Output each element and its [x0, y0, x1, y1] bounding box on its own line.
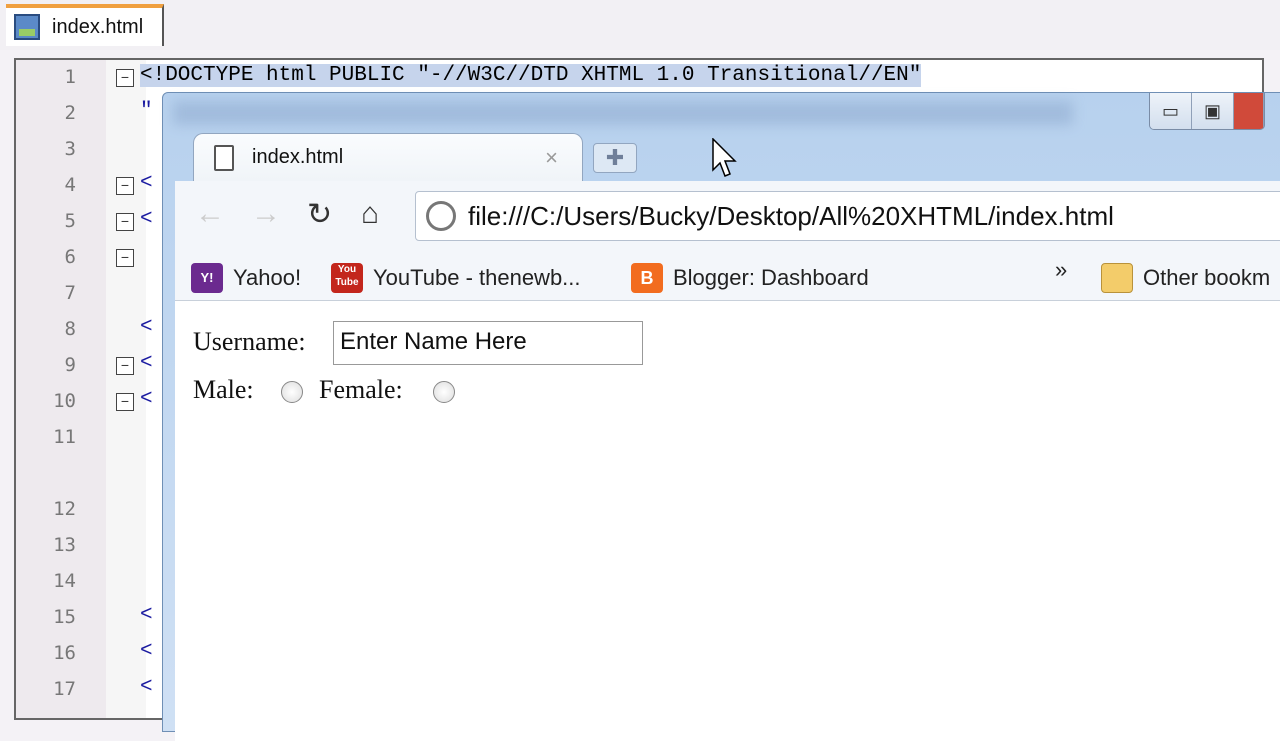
line-number: 11: [53, 426, 76, 448]
male-label: Male:: [193, 375, 254, 404]
code-line: <: [140, 172, 153, 195]
save-disk-icon: [14, 14, 40, 40]
minimize-button[interactable]: ▭: [1150, 93, 1192, 129]
back-icon[interactable]: ←: [195, 197, 225, 231]
bookmark-label: Yahoo!: [233, 265, 302, 290]
fold-toggle-icon[interactable]: −: [116, 177, 134, 195]
code-line: ": [140, 100, 153, 123]
line-number: 4: [64, 174, 76, 196]
page-content: Username: Enter Name Here Male: Female:: [175, 301, 1280, 741]
forward-icon[interactable]: →: [251, 197, 281, 231]
address-bar[interactable]: file:///C:/Users/Bucky/Desktop/All%20XHT…: [415, 191, 1280, 241]
line-number: 2: [64, 102, 76, 124]
other-bookmarks-label: Other bookm: [1143, 265, 1271, 290]
editor-tab-label: index.html: [52, 15, 144, 38]
other-bookmarks[interactable]: Other bookm: [1101, 263, 1270, 293]
browser-toolbar: ← → ↻ ⌂ file:///C:/Users/Bucky/Desktop/A…: [175, 181, 1280, 251]
maximize-button[interactable]: ▣: [1192, 93, 1234, 129]
title-bar: [173, 101, 1073, 125]
page-icon: [214, 144, 234, 171]
username-input[interactable]: Enter Name Here: [333, 321, 643, 365]
youtube-icon: You Tube: [331, 263, 363, 293]
editor-tab-bar: index.html: [0, 0, 1280, 50]
home-icon[interactable]: ⌂: [361, 197, 379, 231]
line-number: 14: [53, 570, 76, 592]
close-tab-icon[interactable]: ×: [545, 145, 558, 171]
bookmarks-bar: Y! Yahoo! You Tube YouTube - thenewb... B…: [175, 251, 1280, 301]
bookmark-label: YouTube - thenewb...: [373, 265, 581, 290]
line-number: 6: [64, 246, 76, 268]
male-radio[interactable]: [281, 381, 303, 403]
code-line: <: [140, 388, 153, 411]
code-line: <: [140, 208, 153, 231]
fold-toggle-icon[interactable]: −: [116, 357, 134, 375]
url-text: file:///C:/Users/Bucky/Desktop/All%20XHT…: [468, 200, 1114, 231]
fold-toggle-icon[interactable]: −: [116, 249, 134, 267]
line-number: 13: [53, 534, 76, 556]
code-line: <!DOCTYPE html PUBLIC "-//W3C//DTD XHTML…: [140, 64, 922, 87]
blogger-icon: B: [631, 263, 663, 293]
line-number: 9: [64, 354, 76, 376]
line-number: 16: [53, 642, 76, 664]
yahoo-icon: Y!: [191, 263, 223, 293]
new-tab-button[interactable]: ✚: [593, 143, 637, 173]
code-line: <: [140, 352, 153, 375]
close-window-button[interactable]: [1234, 93, 1264, 129]
bookmark-label: Blogger: Dashboard: [673, 265, 869, 290]
fold-toggle-icon[interactable]: −: [116, 69, 134, 87]
browser-tab[interactable]: index.html ×: [193, 133, 583, 181]
line-number: 7: [64, 282, 76, 304]
bookmark-blogger[interactable]: B Blogger: Dashboard: [631, 263, 869, 293]
fold-toggle-icon[interactable]: −: [116, 393, 134, 411]
window-controls: ▭ ▣: [1149, 93, 1265, 130]
line-number: 8: [64, 318, 76, 340]
browser-window: ▭ ▣ index.html × ✚ ← → ↻ ⌂ file:///C:/Us…: [162, 92, 1280, 741]
tab-title: index.html: [252, 146, 344, 168]
female-radio[interactable]: [433, 381, 455, 403]
bookmarks-overflow-chevron[interactable]: »: [1055, 257, 1067, 283]
line-number: 1: [64, 66, 76, 88]
code-line: <: [140, 604, 153, 627]
fold-toggle-icon[interactable]: −: [116, 213, 134, 231]
line-number: 3: [64, 138, 76, 160]
code-line: <: [140, 316, 153, 339]
code-line: <: [140, 640, 153, 663]
line-number: 15: [53, 606, 76, 628]
globe-icon: [426, 201, 456, 231]
editor-tab-index-html[interactable]: index.html: [6, 4, 164, 46]
username-label: Username:: [193, 327, 306, 356]
line-number: 12: [53, 498, 76, 520]
reload-icon[interactable]: ↻: [307, 197, 332, 232]
code-line: <: [140, 676, 153, 699]
female-label: Female:: [319, 375, 403, 404]
bookmark-yahoo[interactable]: Y! Yahoo!: [191, 263, 301, 293]
line-number: 5: [64, 210, 76, 232]
mouse-cursor-icon: [712, 138, 737, 177]
line-number: 17: [53, 678, 76, 700]
bookmark-youtube[interactable]: You Tube YouTube - thenewb...: [331, 263, 581, 293]
folder-icon: [1101, 263, 1133, 293]
line-number: 10: [53, 390, 76, 412]
